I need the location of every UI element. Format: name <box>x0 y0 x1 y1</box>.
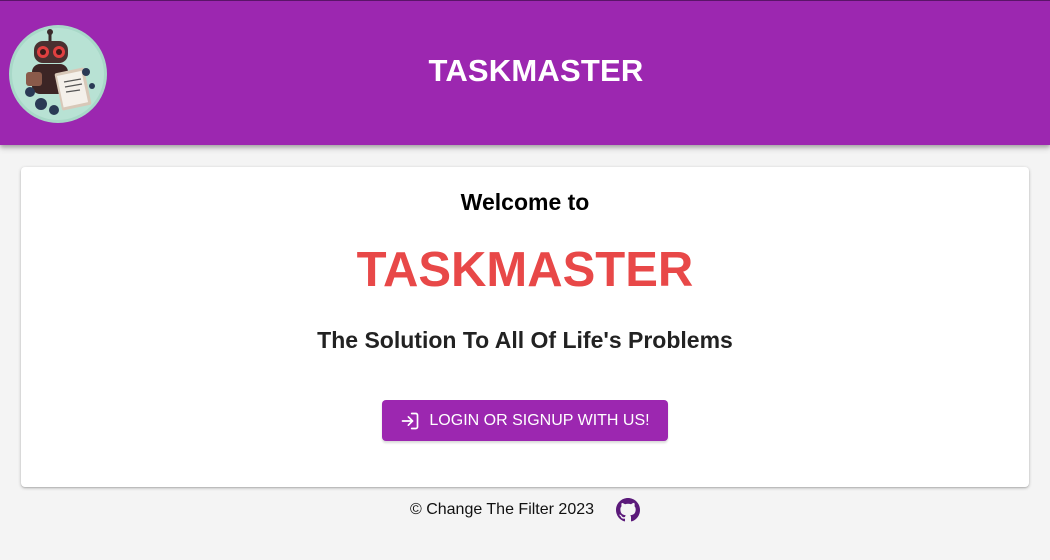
login-signup-button[interactable]: LOGIN OR SIGNUP WITH US! <box>382 400 668 441</box>
github-icon[interactable] <box>616 498 641 522</box>
app-bar: TASKMASTER <box>0 0 1050 145</box>
welcome-heading: Welcome to <box>460 189 590 215</box>
app-title: TASKMASTER <box>428 53 644 88</box>
tagline: The Solution To All Of Life's Problems <box>317 327 733 353</box>
login-button-label: LOGIN OR SIGNUP WITH US! <box>429 411 650 429</box>
login-icon <box>400 411 420 431</box>
footer: © Change The Filter 2023 <box>0 498 1050 522</box>
hero-title: TASKMASTER <box>356 243 694 297</box>
copyright-text: © Change The Filter 2023 <box>409 501 595 518</box>
welcome-card: Welcome to TASKMASTER The Solution To Al… <box>21 167 1029 487</box>
